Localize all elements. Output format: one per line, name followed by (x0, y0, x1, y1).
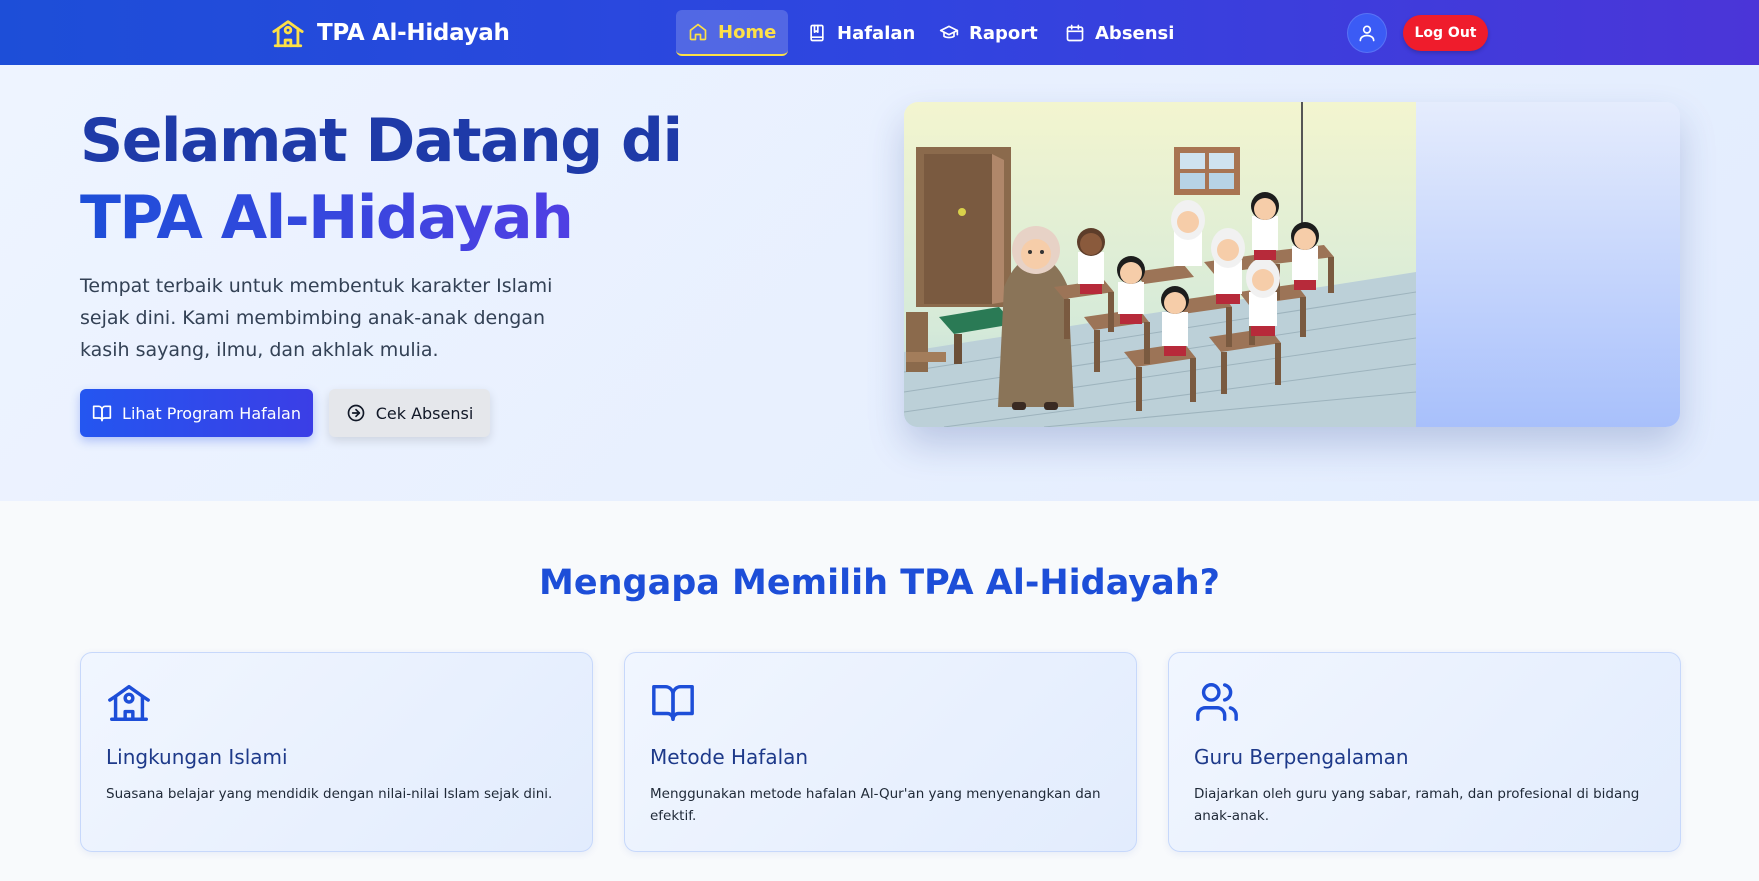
open-book-icon (92, 405, 112, 422)
graduation-cap-icon (939, 25, 959, 39)
nav-home[interactable]: Home (676, 10, 789, 56)
home-icon (689, 23, 707, 41)
feature-card-memorization-method: Metode Hafalan Menggunakan metode hafala… (624, 652, 1137, 852)
hero-illustration-card (904, 102, 1680, 427)
brand-logo-link[interactable]: TPA Al-Hidayah (271, 16, 510, 50)
features-title: Mengapa Memilih TPA Al-Hidayah? (539, 563, 1220, 603)
nav-raport-label: Raport (969, 22, 1038, 44)
calendar-icon (1066, 24, 1084, 42)
view-hafalan-program-label: Lihat Program Hafalan (122, 403, 301, 423)
school-icon (108, 684, 150, 721)
feature-card-title: Guru Berpengalaman (1194, 745, 1409, 769)
feature-card-title: Metode Hafalan (650, 745, 809, 769)
user-profile-button[interactable] (1347, 13, 1387, 53)
school-icon (272, 20, 304, 48)
hero-description: Tempat terbaik untuk membentuk karakter … (80, 275, 553, 361)
feature-card-islamic-environment: Lingkungan Islami Suasana belajar yang m… (80, 652, 593, 852)
feature-card-title: Lingkungan Islami (106, 745, 288, 769)
nav-hafalan[interactable]: Hafalan (795, 10, 927, 56)
nav-absensi-label: Absensi (1095, 22, 1175, 44)
hero-section: Selamat Datang di TPA Al-Hidayah Tempat … (0, 65, 1759, 501)
nav-absensi[interactable]: Absensi (1053, 10, 1186, 56)
nav-raport[interactable]: Raport (927, 10, 1050, 56)
check-attendance-button[interactable]: Cek Absensi (329, 389, 490, 437)
hero-title: Selamat Datang di TPA Al-Hidayah (80, 103, 683, 257)
feature-card-description: Diajarkan oleh guru yang sabar, ramah, d… (1194, 786, 1640, 824)
hero-title-line2: TPA Al-Hidayah (80, 180, 682, 257)
logout-button[interactable]: Log Out (1403, 15, 1488, 51)
view-hafalan-program-button[interactable]: Lihat Program Hafalan (80, 389, 313, 437)
navbar: TPA Al-Hidayah Home Hafalan Raport Absen… (0, 0, 1759, 65)
users-icon (1196, 683, 1238, 721)
feature-card-description: Menggunakan metode hafalan Al-Qur'an yan… (650, 786, 1101, 824)
feature-card-experienced-teachers: Guru Berpengalaman Diajarkan oleh guru y… (1168, 652, 1681, 852)
user-icon (1359, 25, 1375, 42)
nav-hafalan-label: Hafalan (837, 22, 916, 44)
brand-name: TPA Al-Hidayah (317, 20, 510, 46)
nav-home-label: Home (718, 21, 777, 43)
classroom-illustration (904, 102, 1416, 427)
open-book-icon (652, 684, 694, 721)
check-attendance-label: Cek Absensi (375, 403, 474, 423)
feature-card-description: Suasana belajar yang mendidik dengan nil… (106, 786, 553, 802)
hero-title-line1: Selamat Datang di (80, 106, 683, 176)
arrow-circle-right-icon (347, 404, 365, 422)
book-icon (810, 24, 824, 42)
